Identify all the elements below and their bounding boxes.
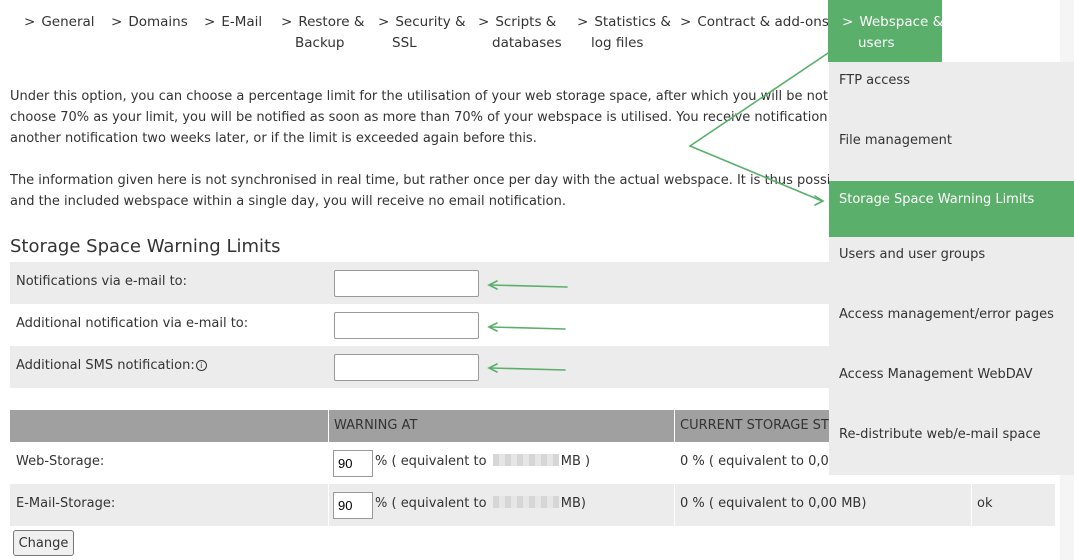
- divider: [674, 410, 675, 442]
- email-field[interactable]: [334, 270, 479, 297]
- chevron-right-icon: >: [204, 14, 216, 30]
- form-row-additional-email: Additional notification via e-mail to:: [10, 304, 890, 346]
- additional-email-field[interactable]: [334, 312, 479, 339]
- menu-item-file-management[interactable]: File management: [829, 122, 1074, 178]
- menu-item-storage-warning-limits[interactable]: Storage Space Warning Limits: [829, 181, 1074, 237]
- webspace-users-dropdown: FTP access File management Storage Space…: [829, 62, 1074, 475]
- web-storage-percent-input[interactable]: [333, 450, 373, 477]
- menu-item-redistribute-space[interactable]: Re-distribute web/e-mail space: [829, 416, 1074, 472]
- top-navigation: > General > Domains > E-Mail > Restore & Bac…: [0, 0, 1060, 62]
- divider: [328, 484, 329, 526]
- divider: [971, 484, 972, 526]
- info-icon[interactable]: i: [195, 360, 207, 371]
- header-warning-at: WARNING AT: [334, 418, 418, 433]
- menu-item-ftp-access[interactable]: FTP access: [829, 62, 1074, 118]
- sms-label: Additional SMS notification: i: [16, 358, 207, 373]
- page-title: Storage Space Warning Limits: [10, 236, 281, 257]
- divider: [328, 442, 329, 484]
- current-storage-value: 0 % ( equivalent to 0,00 MB): [680, 496, 867, 511]
- chevron-right-icon: >: [842, 14, 854, 30]
- chevron-right-icon: >: [378, 14, 390, 30]
- row-label: Web-Storage:: [16, 454, 105, 469]
- additional-email-label: Additional notification via e-mail to:: [16, 316, 249, 331]
- redacted-value: [492, 454, 559, 466]
- header-current-storage: CURRENT STORAGE ST: [680, 418, 829, 433]
- nav-scripts-databases[interactable]: > Scripts & databases: [478, 12, 562, 54]
- form-row-email: Notifications via e-mail to:: [10, 262, 890, 304]
- chevron-right-icon: >: [680, 14, 692, 30]
- menu-item-access-management[interactable]: Access management/error pages: [829, 296, 1074, 352]
- redacted-value: [492, 496, 559, 508]
- divider: [674, 484, 675, 526]
- nav-email[interactable]: > E-Mail: [204, 12, 262, 33]
- equivalent-text: % ( equivalent to MB ): [375, 454, 591, 469]
- nav-domains[interactable]: > Domains: [111, 12, 188, 33]
- status-value: ok: [977, 496, 993, 511]
- nav-security-ssl[interactable]: > Security & SSL: [378, 12, 466, 54]
- row-label: E-Mail-Storage:: [16, 496, 116, 511]
- divider: [328, 410, 329, 442]
- chevron-right-icon: >: [478, 14, 490, 30]
- intro-paragraph-1: Under this option, you can choose a perc…: [10, 89, 877, 146]
- nav-contract-addons[interactable]: > Contract & add-ons: [680, 12, 829, 33]
- chevron-right-icon: >: [24, 14, 36, 30]
- chevron-right-icon: >: [111, 14, 123, 30]
- change-button[interactable]: Change: [13, 530, 74, 556]
- sms-field[interactable]: [334, 354, 479, 381]
- menu-item-webdav[interactable]: Access Management WebDAV: [829, 356, 1074, 412]
- intro-paragraph-2: The information given here is not synchr…: [10, 173, 881, 209]
- nav-webspace-users[interactable]: > Webspace & users: [828, 0, 943, 62]
- nav-general[interactable]: > General: [24, 12, 95, 33]
- email-storage-percent-input[interactable]: [333, 492, 373, 519]
- nav-statistics-logfiles[interactable]: > Statistics & log files: [577, 12, 671, 54]
- equivalent-text: % ( equivalent to MB): [375, 496, 586, 511]
- email-label: Notifications via e-mail to:: [16, 274, 188, 289]
- form-row-sms: Additional SMS notification: i: [10, 346, 890, 388]
- menu-item-users-groups[interactable]: Users and user groups: [829, 236, 1074, 292]
- nav-restore-backup[interactable]: > Restore & Backup: [281, 12, 364, 54]
- table-row: E-Mail-Storage: % ( equivalent to MB) 0 …: [10, 484, 1055, 526]
- divider: [674, 442, 675, 484]
- chevron-right-icon: >: [577, 14, 589, 30]
- chevron-right-icon: >: [281, 14, 293, 30]
- current-storage-value: 0 % ( equivalent to 0,00: [680, 454, 838, 469]
